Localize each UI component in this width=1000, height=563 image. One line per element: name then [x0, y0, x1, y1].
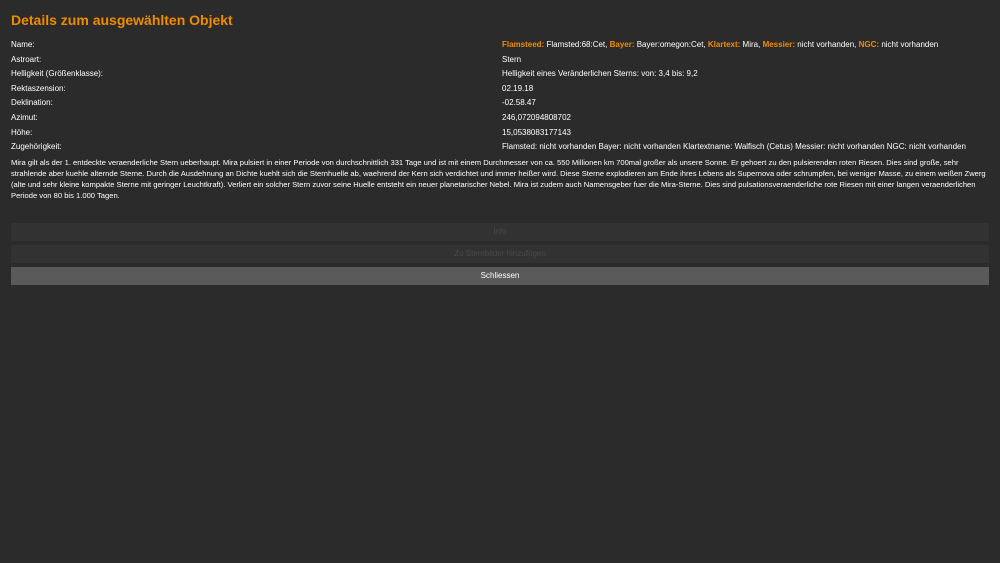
detail-label: Höhe:: [11, 127, 33, 137]
detail-label: Deklination:: [11, 98, 53, 108]
detail-row-azimuth: Azimut: 246,072094808702: [11, 111, 989, 126]
name-part: Flamsted:68:Cet,: [544, 40, 610, 49]
name-part: Messier:: [762, 40, 796, 49]
detail-label: Rektaszension:: [11, 83, 66, 93]
detail-label: Azimut:: [11, 112, 38, 122]
add-to-constellations-button[interactable]: Zu Sternbilder hinzufügen: [11, 245, 989, 263]
detail-row-right-ascension: Rektaszension: 02.19.18: [11, 82, 989, 97]
detail-label: Zugehörigkeit:: [11, 142, 62, 152]
detail-row-membership: Zugehörigkeit: Flamsted: nicht vorhanden…: [11, 140, 989, 155]
name-part: Klartext:: [707, 40, 741, 49]
details-list: Name: Flamsteed: Flamsted:68:Cet, Bayer:…: [11, 38, 989, 155]
info-button[interactable]: Info: [11, 223, 989, 241]
page-title: Details zum ausgewählten Objekt: [11, 12, 233, 28]
name-part: nicht vorhanden,: [795, 40, 859, 49]
detail-value: 246,072094808702: [502, 112, 571, 122]
name-part: Bayer:: [609, 40, 635, 49]
detail-row-brightness: Helligkeit (Größenklasse): Helligkeit ei…: [11, 67, 989, 82]
detail-value: Flamsted: nicht vorhanden Bayer: nicht v…: [502, 142, 966, 152]
name-part: nicht vorhanden: [879, 40, 939, 49]
detail-row-altitude: Höhe: 15,0538083177143: [11, 126, 989, 141]
detail-row-astroart: Astroart: Stern: [11, 53, 989, 68]
detail-value-name: Flamsteed: Flamsted:68:Cet, Bayer: Bayer…: [502, 38, 938, 53]
close-button[interactable]: Schliessen: [11, 267, 989, 285]
detail-value: Helligkeit eines Veränderlichen Sterns: …: [502, 69, 698, 79]
detail-value: 02.19.18: [502, 83, 534, 93]
detail-value: -02.58.47: [502, 98, 536, 108]
detail-row-declination: Deklination: -02.58.47: [11, 96, 989, 111]
detail-value: 15,0538083177143: [502, 127, 571, 137]
details-page: Details zum ausgewählten Objekt Name: Fl…: [0, 0, 1000, 563]
detail-label: Astroart:: [11, 54, 42, 64]
name-part: Mira,: [740, 40, 763, 49]
detail-label: Name:: [11, 40, 35, 49]
detail-value: Stern: [502, 54, 522, 64]
name-part: Flamsteed:: [502, 40, 545, 49]
object-description: Mira gilt als der 1. entdeckte veraender…: [11, 158, 986, 200]
detail-label: Helligkeit (Größenklasse):: [11, 69, 104, 79]
name-part: NGC:: [858, 40, 880, 49]
name-part: Bayer:omegon:Cet,: [634, 40, 708, 49]
detail-row-name: Name: Flamsteed: Flamsted:68:Cet, Bayer:…: [11, 38, 989, 53]
